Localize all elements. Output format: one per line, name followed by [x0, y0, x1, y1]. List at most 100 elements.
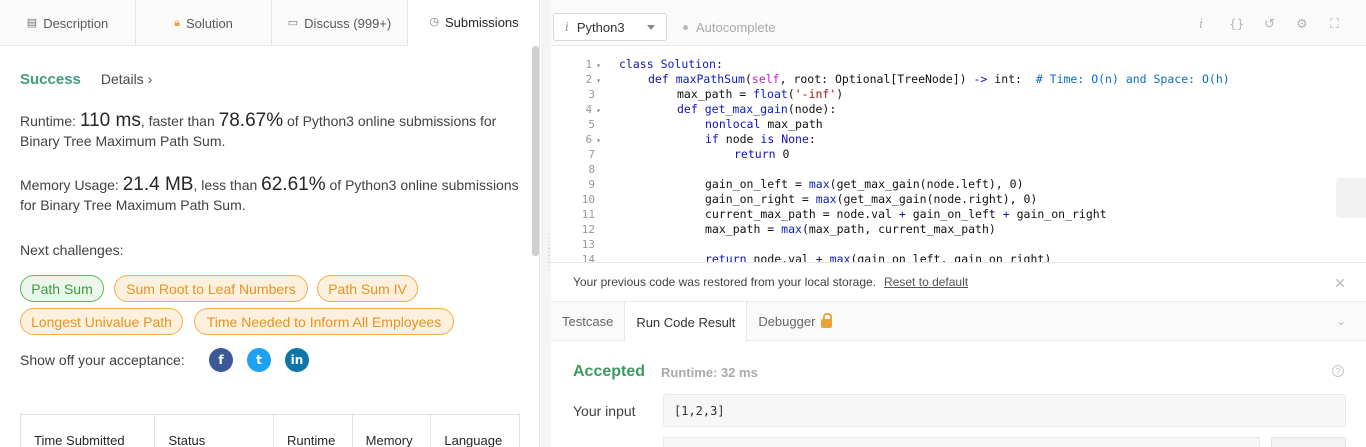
submissions-table-header: Time Submitted Status Runtime Memory Lan… [20, 414, 520, 447]
line-number: 7 [588, 148, 595, 161]
fold-arrow-icon: ▾ [596, 76, 601, 85]
line-number: 4 ▾ [585, 103, 601, 116]
autocomplete-label: Autocomplete [696, 20, 776, 35]
linkedin-icon[interactable]: in [285, 348, 309, 372]
language-value: Python3 [576, 19, 625, 35]
tab-discuss[interactable]: ▭ Discuss (999+) [272, 0, 408, 46]
clock-icon: ◷ [429, 16, 439, 28]
lock-icon: 🔒︎ [174, 16, 180, 29]
tab-submissions-label: Submissions [444, 15, 519, 30]
console-tab-bar: Testcase Run Code Result Debugger ⌄ [551, 302, 1366, 342]
editor-toolbar: i Python3 Autocomplete i {} ↺ ⚙ ⛶ [551, 0, 1366, 46]
details-link[interactable]: Details › [101, 71, 152, 87]
code-line: current_max_path = node.val + gain_on_le… [705, 207, 1107, 221]
line-number: 2 ▾ [585, 73, 601, 86]
runtime-summary: Runtime: 110 ms, faster than 78.67% of P… [20, 111, 525, 151]
autocomplete-dot-icon [683, 25, 688, 30]
line-number: 13 [581, 238, 595, 251]
memory-percent: 62.61% [261, 174, 326, 195]
close-icon[interactable]: ✕ [1334, 275, 1346, 292]
twitter-icon[interactable]: t [247, 348, 271, 372]
output-box [663, 437, 1260, 447]
tab-testcase[interactable]: Testcase [551, 302, 624, 341]
left-pane: ▤ Description 🔒︎ Solution ▭ Discuss (999… [0, 0, 540, 447]
line-number: 9 [588, 178, 595, 191]
memory-prefix: Memory Usage: [20, 177, 123, 193]
your-input-value: [1,2,3] [663, 394, 1346, 427]
chevron-down-icon [647, 25, 655, 30]
reset-icon[interactable]: ↺ [1264, 18, 1275, 31]
tab-description-label: Description [43, 15, 109, 31]
challenge-longest-univalue-path[interactable]: Longest Univalue Path [20, 308, 183, 335]
tab-solution-label: Solution [185, 15, 233, 31]
tab-solution[interactable]: 🔒︎ Solution [136, 0, 272, 46]
chevron-down-icon[interactable]: ⌄ [1336, 314, 1346, 328]
share-label: Show off your acceptance: [20, 352, 185, 368]
line-number: 6 ▾ [585, 133, 601, 146]
code-line: gain_on_left = max(get_max_gain(node.lef… [705, 177, 1024, 191]
side-panel-handle[interactable] [1336, 178, 1366, 218]
challenge-sum-root-to-leaf[interactable]: Sum Root to Leaf Numbers [114, 275, 308, 302]
tab-discuss-label: Discuss (999+) [304, 15, 392, 31]
settings-icon[interactable]: ⚙ [1296, 18, 1308, 31]
fold-arrow-icon: ▾ [596, 136, 601, 145]
col-memory: Memory [353, 415, 432, 447]
restore-message: Your previous code was restored from you… [573, 275, 877, 289]
facebook-icon[interactable]: f [209, 348, 233, 372]
tab-submissions[interactable]: ◷ Submissions [408, 0, 539, 46]
challenge-path-sum[interactable]: Path Sum [20, 275, 104, 302]
memory-summary: Memory Usage: 21.4 MB, less than 62.61% … [20, 175, 525, 215]
right-pane: i Python3 Autocomplete i {} ↺ ⚙ ⛶ 1 ▾ 2 ▾ … [551, 0, 1366, 447]
runtime-percent: 78.67% [218, 110, 284, 131]
code-line: def maxPathSum(self, root: Optional[Tree… [648, 72, 1230, 86]
code-line: gain_on_right = max(get_max_gain(node.ri… [705, 192, 1038, 206]
run-runtime: Runtime: 32 ms [661, 365, 758, 380]
info-icon[interactable]: i [1199, 18, 1203, 31]
description-icon: ▤ [26, 16, 38, 29]
leetcode-workspace: ▤ Description 🔒︎ Solution ▭ Discuss (999… [0, 0, 1366, 447]
discuss-icon: ▭ [287, 16, 299, 29]
code-line: return node.val + max(gain_on_left, gain… [705, 252, 1052, 262]
accepted-status: Accepted [573, 363, 646, 380]
autocomplete-toggle[interactable]: Autocomplete [683, 20, 776, 35]
code-editor[interactable]: 1 ▾ 2 ▾ 3 4 ▾ 5 6 ▾ 7 8 9 10 11 12 13 14 cla… [551, 46, 1366, 262]
tab-debugger[interactable]: Debugger [747, 302, 843, 341]
fold-arrow-icon: ▾ [596, 106, 601, 115]
col-runtime: Runtime [274, 415, 353, 447]
next-challenges-label: Next challenges: [20, 242, 124, 258]
memory-value: 21.4 MB [122, 174, 194, 195]
fold-arrow-icon: ▾ [596, 61, 601, 70]
challenge-path-sum-iv[interactable]: Path Sum IV [317, 275, 418, 302]
braces-icon[interactable]: {} [1229, 18, 1244, 30]
success-status: Success [20, 71, 81, 88]
pane-splitter[interactable]: ⋮ ⋮ ⋮ ⋮ ⋮ [541, 0, 554, 447]
code-line: if node is None: [705, 132, 816, 146]
runtime-mid: , faster than [140, 113, 219, 129]
tab-run-code-result[interactable]: Run Code Result [624, 302, 748, 342]
line-number: 11 [581, 208, 595, 221]
col-time-submitted: Time Submitted [21, 415, 156, 447]
tab-description[interactable]: ▤ Description [0, 0, 136, 46]
code-line: nonlocal max_path [705, 117, 823, 131]
fullscreen-icon[interactable]: ⛶ [1330, 18, 1339, 31]
left-scrollbar[interactable] [532, 46, 539, 256]
your-input-label: Your input [573, 403, 636, 419]
restore-banner: Your previous code was restored from you… [551, 262, 1366, 302]
line-number: 10 [581, 193, 595, 206]
runtime-prefix: Runtime: [20, 113, 80, 129]
help-icon[interactable]: ? [1332, 365, 1344, 377]
info-icon: i [565, 20, 569, 34]
runtime-value: 110 ms [79, 110, 141, 131]
result-header: Success Details › [20, 71, 152, 88]
code-line: return 0 [734, 147, 790, 161]
col-status: Status [155, 415, 274, 447]
diff-toggle[interactable] [1271, 437, 1346, 447]
code-line: max_path = max(max_path, current_max_pat… [705, 222, 996, 236]
line-number: 5 [588, 118, 595, 131]
line-number: 12 [581, 223, 595, 236]
language-select[interactable]: i Python3 [553, 13, 667, 41]
challenge-time-needed[interactable]: Time Needed to Inform All Employees [194, 308, 454, 335]
col-language: Language [444, 432, 503, 447]
reset-to-default-link[interactable]: Reset to default [884, 275, 968, 289]
code-line: class Solution: [619, 57, 723, 71]
